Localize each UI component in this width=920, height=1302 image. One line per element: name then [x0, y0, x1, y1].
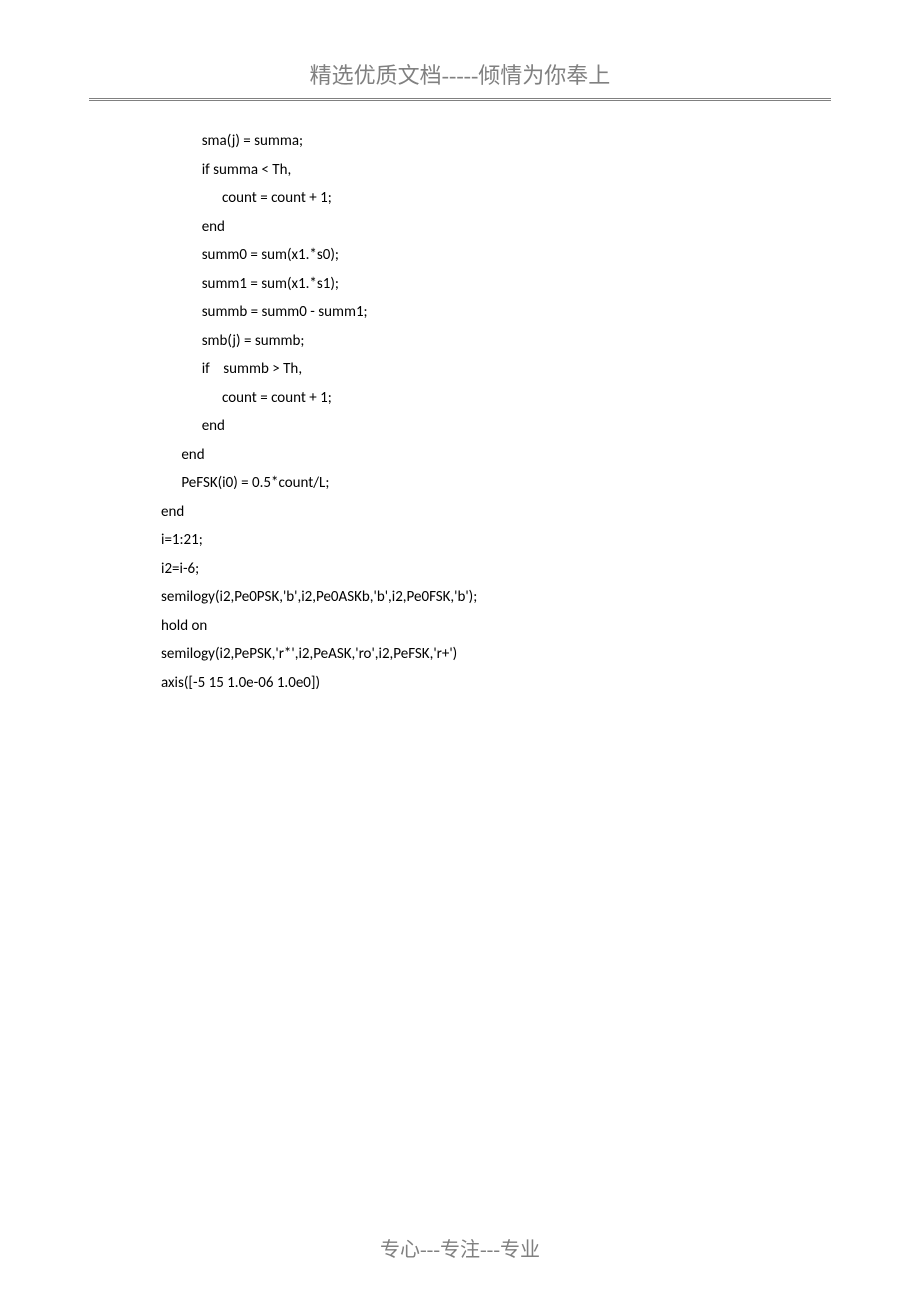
page-footer: 专心---专注---专业	[0, 1233, 920, 1262]
code-line: summ1 = sum(x1.*s1);	[161, 270, 920, 299]
page-header: 精选优质文档-----倾情为你奉上	[0, 58, 920, 96]
code-line: i2=i-6;	[161, 555, 920, 584]
code-line: end	[161, 213, 920, 242]
code-line: sma(j) = summa;	[161, 127, 920, 156]
header-text: 精选优质文档-----倾情为你奉上	[310, 63, 611, 88]
code-line: PeFSK(i0) = 0.5*count/L;	[161, 469, 920, 498]
code-line: semilogy(i2,Pe0PSK,'b',i2,Pe0ASKb,'b',i2…	[161, 583, 920, 612]
code-line: count = count + 1;	[161, 184, 920, 213]
footer-text: 专心---专注---专业	[380, 1239, 540, 1261]
code-line: end	[161, 412, 920, 441]
code-line: semilogy(i2,PePSK,'r*',i2,PeASK,'ro',i2,…	[161, 640, 920, 669]
code-line: count = count + 1;	[161, 384, 920, 413]
code-line: smb(j) = summb;	[161, 327, 920, 356]
code-content: sma(j) = summa; if summa < Th, count = c…	[0, 101, 920, 697]
code-line: end	[161, 498, 920, 527]
code-line: i=1:21;	[161, 526, 920, 555]
code-line: end	[161, 441, 920, 470]
document-page: 精选优质文档-----倾情为你奉上 sma(j) = summa; if sum…	[0, 0, 920, 1302]
code-line: axis([-5 15 1.0e-06 1.0e0])	[161, 669, 920, 698]
code-line: if summa < Th,	[161, 156, 920, 185]
code-line: summb = summ0 - summ1;	[161, 298, 920, 327]
code-line: hold on	[161, 612, 920, 641]
code-line: summ0 = sum(x1.*s0);	[161, 241, 920, 270]
code-line: if summb > Th,	[161, 355, 920, 384]
